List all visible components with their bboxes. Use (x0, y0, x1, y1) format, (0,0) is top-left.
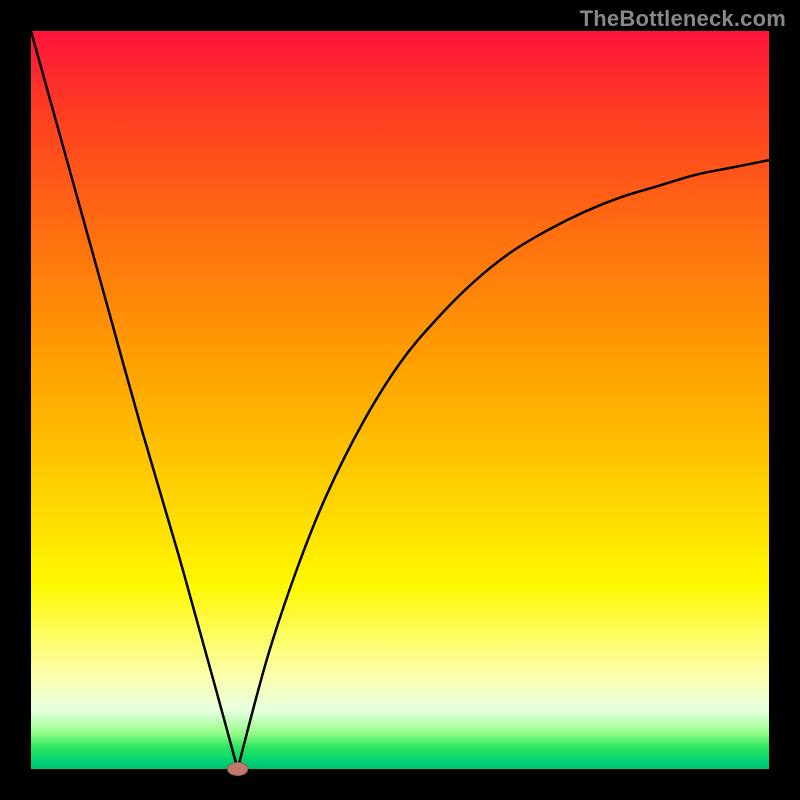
chart-frame: TheBottleneck.com (0, 0, 800, 800)
plot-area (31, 31, 769, 769)
chart-svg (31, 31, 769, 769)
curve-left (31, 31, 238, 769)
min-marker (227, 762, 248, 775)
watermark-text: TheBottleneck.com (580, 6, 786, 32)
curve-right (238, 160, 769, 769)
